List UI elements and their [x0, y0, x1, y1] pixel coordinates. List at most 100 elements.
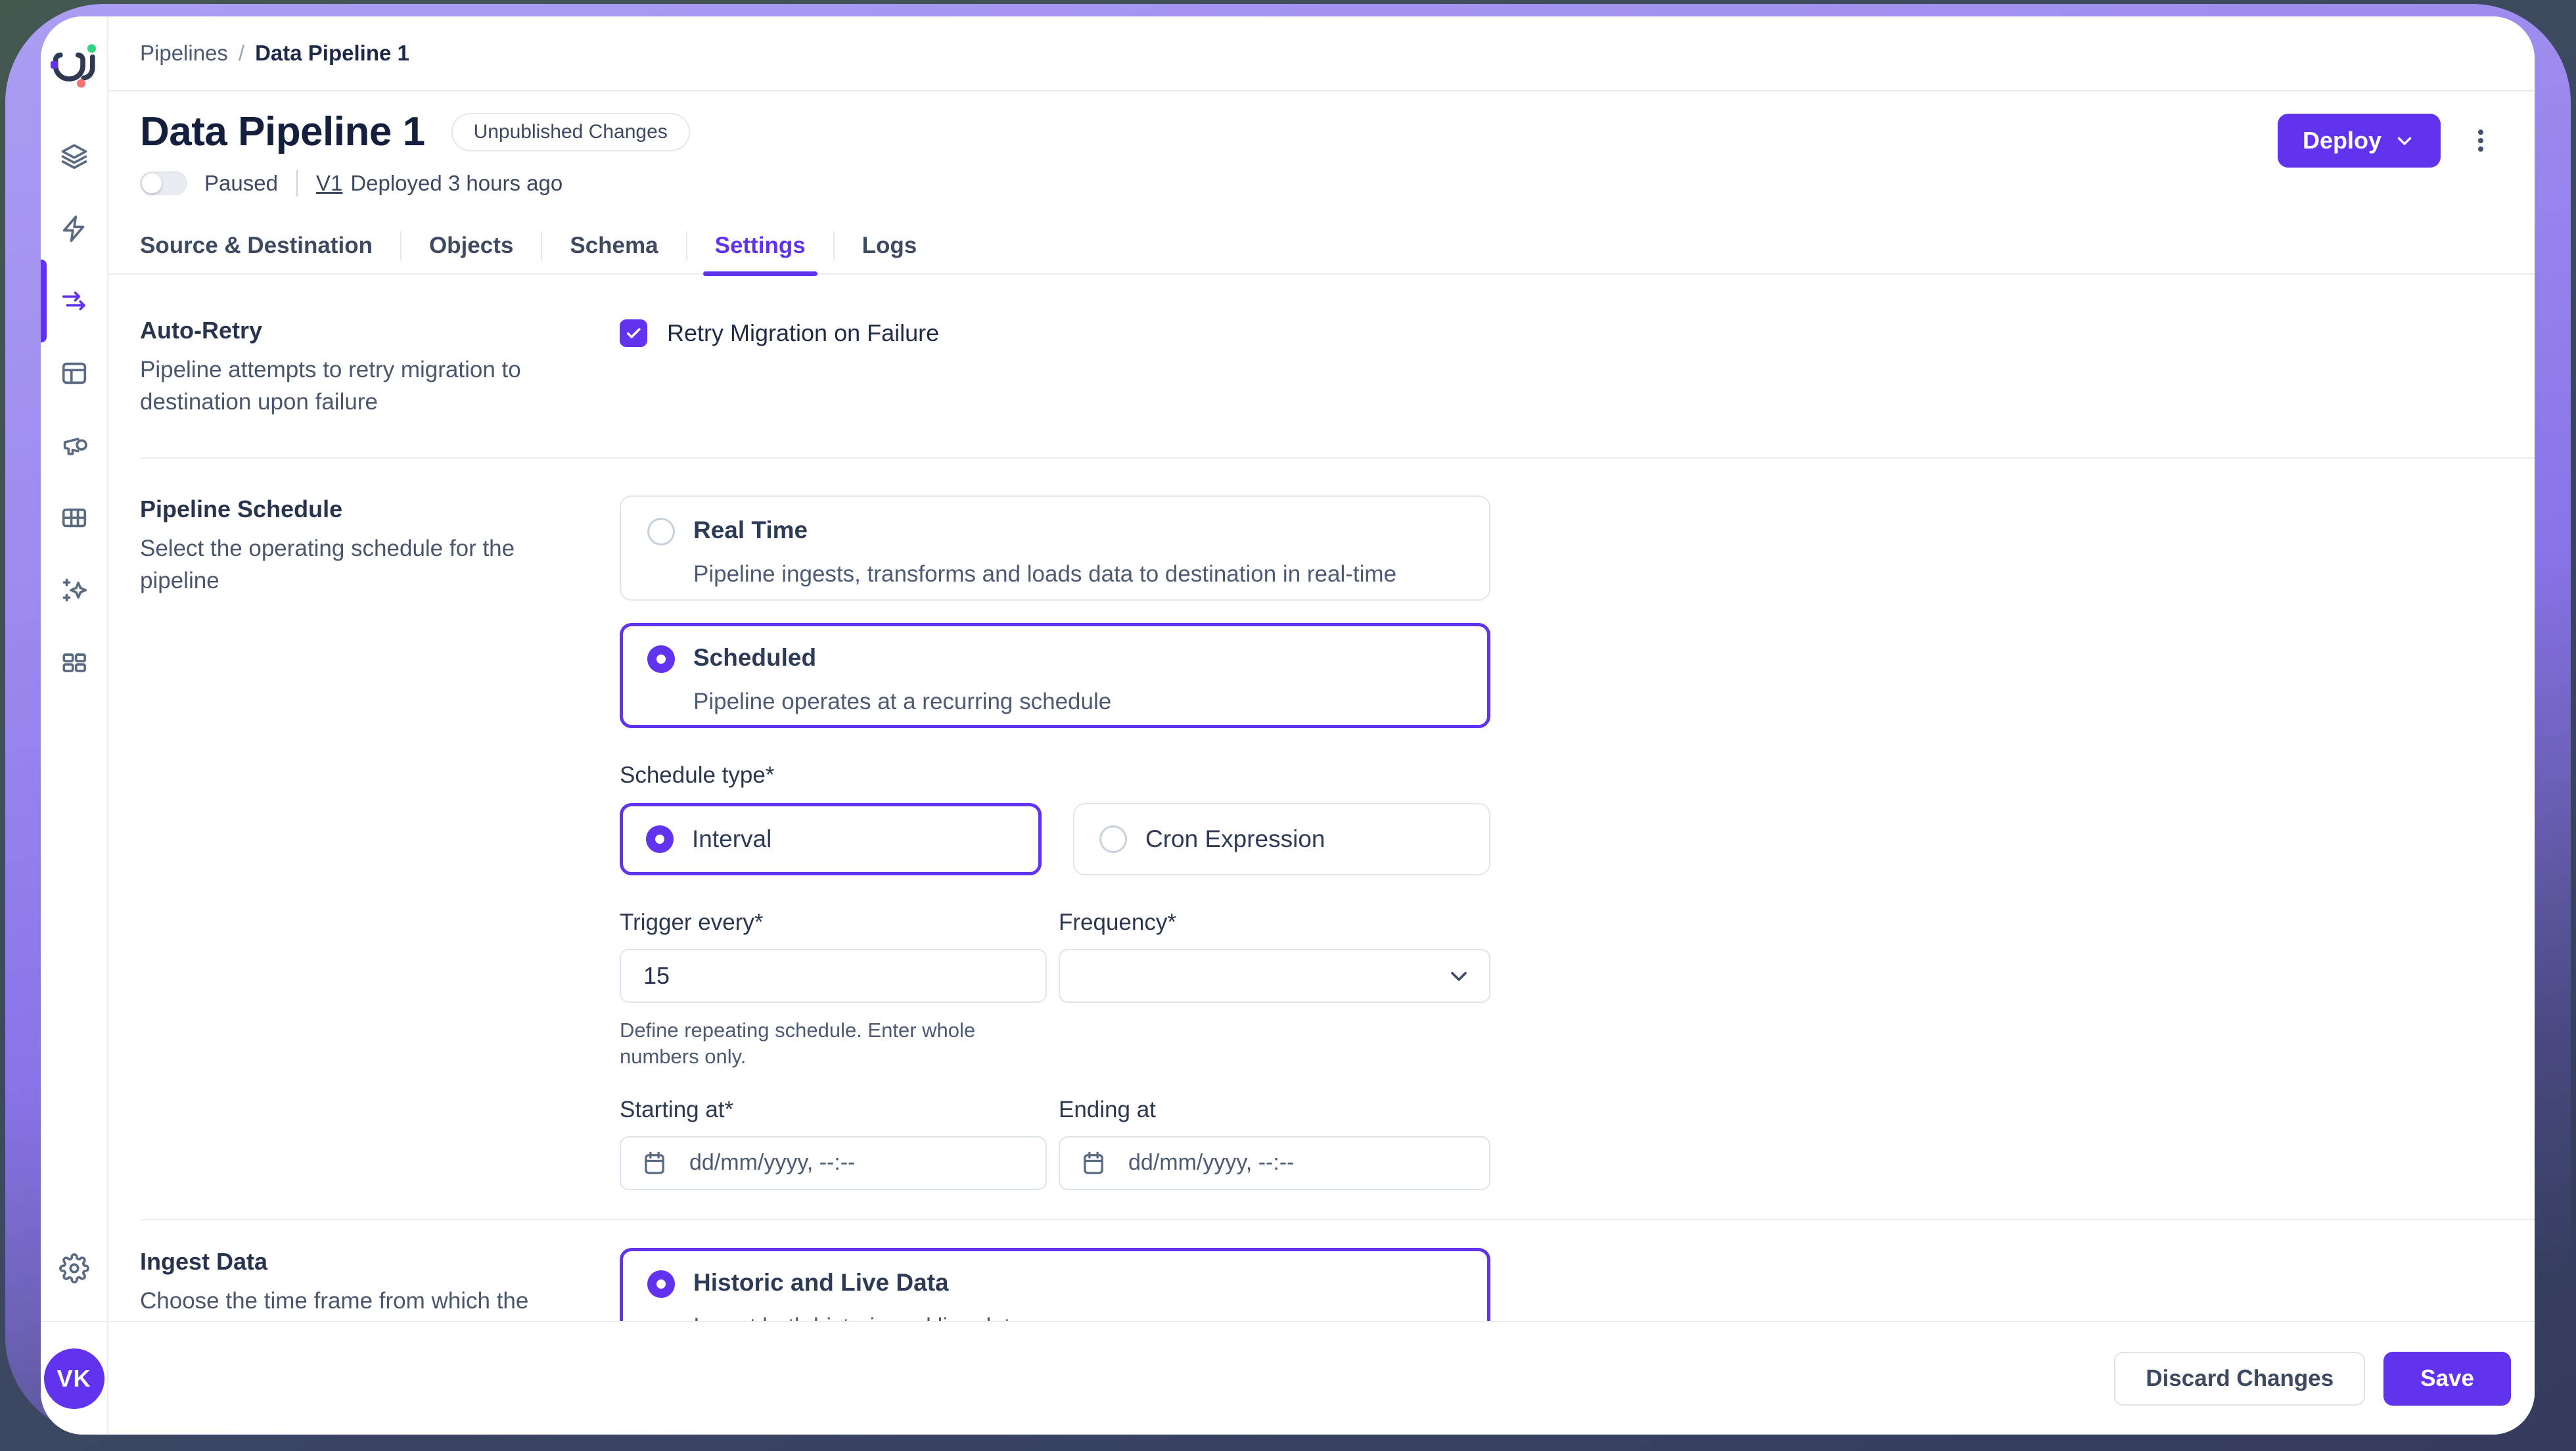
section-title: Pipeline Schedule	[140, 495, 587, 523]
tab-bar: Source & Destination Objects Schema Sett…	[108, 218, 2535, 275]
check-icon	[624, 324, 643, 342]
sidebar: VK	[41, 16, 108, 1435]
trigger-helper-text: Define repeating schedule. Enter whole n…	[620, 1017, 1053, 1071]
frequency-select[interactable]	[1059, 949, 1490, 1003]
section-title: Ingest Data	[140, 1248, 587, 1276]
historic-live-option-card[interactable]: Historic and Live Data Ingest both histo…	[620, 1248, 1490, 1321]
auto-retry-labels: Auto-Retry Pipeline attempts to retry mi…	[140, 317, 587, 418]
retry-checkbox-label: Retry Migration on Failure	[667, 319, 939, 347]
sidebar-item-layers[interactable]	[41, 120, 107, 193]
cron-expression-option-card[interactable]: Cron Expression	[1073, 803, 1490, 875]
retry-checkbox[interactable]	[620, 319, 647, 347]
option-title: Interval	[692, 825, 771, 853]
radio-selected-icon[interactable]	[647, 645, 675, 673]
interval-option-card[interactable]: Interval	[620, 803, 1042, 875]
layers-icon	[59, 141, 89, 172]
version-link[interactable]: V1	[316, 171, 342, 196]
sidebar-nav	[41, 120, 107, 699]
divider	[296, 170, 298, 196]
tab-schema[interactable]: Schema	[542, 218, 685, 273]
sidebar-item-models[interactable]	[41, 482, 107, 554]
sidebar-item-ai-features[interactable]	[41, 554, 107, 626]
deploy-button-label: Deploy	[2303, 127, 2381, 154]
retry-checkbox-row[interactable]: Retry Migration on Failure	[620, 319, 1490, 347]
ingest-data-fields: Historic and Live Data Ingest both histo…	[620, 1248, 1490, 1321]
main-panel: Pipelines / Data Pipeline 1 Data Pipelin…	[108, 16, 2535, 1435]
auto-retry-fields: Retry Migration on Failure	[620, 317, 1490, 418]
ending-at-field	[1059, 1136, 1490, 1190]
trigger-every-input[interactable]	[620, 949, 1047, 1003]
starting-at-label: Starting at*	[620, 1097, 1047, 1123]
tab-settings[interactable]: Settings	[687, 218, 833, 273]
starting-at-input[interactable]	[620, 1136, 1047, 1190]
real-time-option-card[interactable]: Real Time Pipeline ingests, transforms a…	[620, 495, 1490, 601]
desktop-background: VK Pipelines / Data Pipeline 1 Data Pipe…	[0, 0, 2576, 1451]
sidebar-item-workbench[interactable]	[41, 337, 107, 409]
ending-at-label: Ending at	[1059, 1097, 1490, 1123]
footer-bar: Discard Changes Save	[108, 1321, 2535, 1435]
tab-objects[interactable]: Objects	[402, 218, 541, 273]
radio-unselected-icon[interactable]	[1099, 825, 1127, 853]
chevron-down-icon	[2393, 129, 2416, 152]
starting-at-field	[620, 1136, 1047, 1190]
megaphone-icon	[59, 430, 89, 461]
date-labels-row: Starting at* Ending at	[620, 1097, 1490, 1123]
section-description: Choose the time frame from which the pip…	[140, 1285, 561, 1321]
frequency-label: Frequency*	[1059, 910, 1490, 936]
save-button[interactable]: Save	[2383, 1352, 2511, 1406]
sparkles-icon	[59, 575, 89, 605]
zap-icon	[59, 214, 89, 244]
schedule-type-label: Schedule type*	[620, 762, 1490, 789]
header-actions: Deploy	[2278, 114, 2497, 168]
option-title: Cron Expression	[1145, 825, 1325, 853]
kebab-menu-icon	[2466, 126, 2495, 155]
apps-grid-icon	[59, 647, 89, 678]
gear-icon	[59, 1253, 89, 1283]
option-title: Historic and Live Data	[693, 1269, 1023, 1297]
deploy-button[interactable]: Deploy	[2278, 114, 2441, 168]
pipelines-arrows-icon	[59, 286, 89, 316]
page-title: Data Pipeline 1	[140, 108, 425, 155]
page-header: Data Pipeline 1 Unpublished Changes Paus…	[108, 91, 2535, 218]
table-grid-icon	[59, 503, 89, 533]
option-texts: Real Time Pipeline ingests, transforms a…	[693, 517, 1396, 599]
more-options-button[interactable]	[2464, 114, 2497, 168]
sidebar-footer: VK	[41, 1321, 107, 1435]
interval-labels-row: Trigger every* Frequency*	[620, 910, 1490, 936]
radio-selected-icon[interactable]	[647, 1270, 675, 1298]
tab-source-destination[interactable]: Source & Destination	[140, 218, 400, 273]
panel-layout-icon	[59, 358, 89, 388]
breadcrumb: Pipelines / Data Pipeline 1	[108, 16, 2535, 91]
chevron-down-icon	[1446, 963, 1472, 989]
tab-logs[interactable]: Logs	[835, 218, 945, 273]
pause-toggle[interactable]	[140, 172, 187, 195]
breadcrumb-pipelines-link[interactable]: Pipelines	[140, 41, 228, 66]
status-row: Paused V1 Deployed 3 hours ago	[140, 167, 2497, 200]
section-description: Pipeline attempts to retry migration to …	[140, 354, 561, 418]
app-logo[interactable]	[44, 36, 104, 97]
interval-inputs-row	[620, 949, 1490, 1003]
pause-state-label: Paused	[204, 171, 278, 196]
user-avatar[interactable]: VK	[44, 1348, 104, 1409]
ingest-data-section: Ingest Data Choose the time frame from w…	[140, 1220, 2535, 1321]
section-description: Select the operating schedule for the pi…	[140, 532, 561, 597]
unpublished-changes-badge: Unpublished Changes	[451, 113, 690, 151]
option-title: Real Time	[693, 517, 1396, 544]
sidebar-item-activity[interactable]	[41, 193, 107, 265]
sidebar-item-apps[interactable]	[41, 626, 107, 699]
breadcrumb-current: Data Pipeline 1	[255, 41, 409, 66]
section-title: Auto-Retry	[140, 317, 587, 344]
scheduled-option-card[interactable]: Scheduled Pipeline operates at a recurri…	[620, 623, 1490, 728]
pipeline-schedule-fields: Real Time Pipeline ingests, transforms a…	[620, 495, 1490, 1190]
sidebar-item-settings[interactable]	[41, 1232, 107, 1304]
option-description: Ingest both historic and live data	[693, 1314, 1023, 1321]
sidebar-item-pipelines[interactable]	[41, 265, 107, 337]
discard-changes-button[interactable]: Discard Changes	[2114, 1352, 2365, 1406]
title-row: Data Pipeline 1 Unpublished Changes	[140, 108, 2497, 155]
radio-unselected-icon[interactable]	[647, 518, 675, 545]
sidebar-item-announcements[interactable]	[41, 409, 107, 482]
settings-content: Auto-Retry Pipeline attempts to retry mi…	[108, 275, 2535, 1321]
option-texts: Scheduled Pipeline operates at a recurri…	[693, 644, 1111, 725]
ending-at-input[interactable]	[1059, 1136, 1490, 1190]
radio-selected-icon[interactable]	[646, 825, 674, 853]
